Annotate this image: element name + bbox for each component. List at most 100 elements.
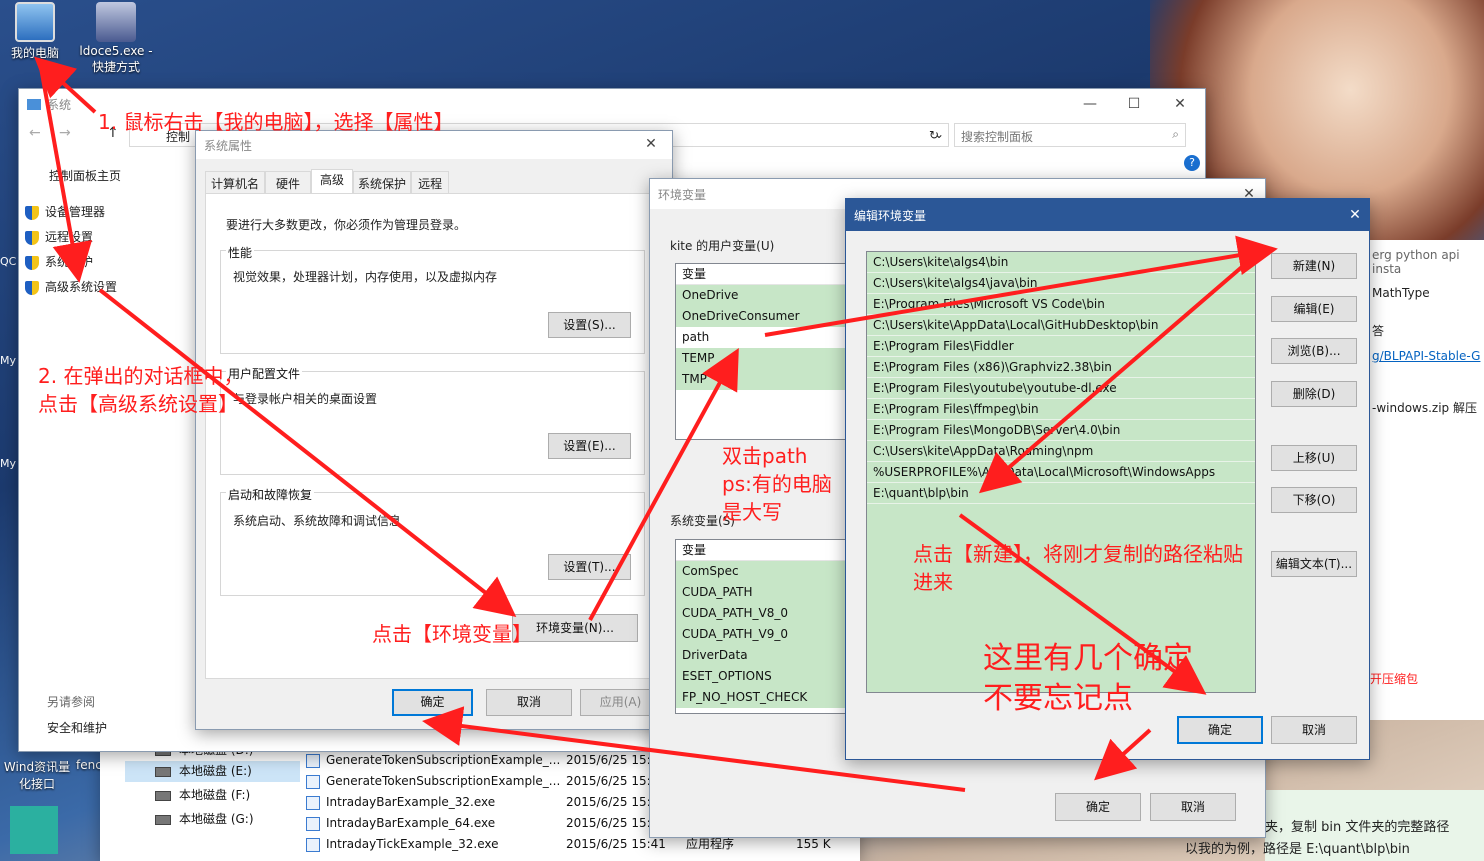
move-down-button[interactable]: 下移(O) bbox=[1271, 487, 1357, 513]
drive-icon bbox=[155, 814, 171, 825]
cancel-button[interactable]: 取消 bbox=[486, 689, 572, 716]
list-item[interactable]: path bbox=[676, 327, 864, 348]
user-vars-list[interactable]: 变量 OneDrive OneDriveConsumer path TEMP T… bbox=[675, 263, 865, 440]
desktop-icon-ldoce5[interactable]: ldoce5.exe - 快捷方式 bbox=[76, 2, 156, 75]
annotation-step4b: ps:有的电脑 bbox=[722, 472, 832, 496]
list-item[interactable]: ComSpec bbox=[676, 561, 864, 582]
path-entry[interactable]: E:\Program Files\Fiddler bbox=[867, 336, 1255, 357]
computer-icon bbox=[27, 98, 41, 110]
column-header[interactable]: 变量 bbox=[676, 264, 864, 285]
exe-icon bbox=[306, 795, 320, 810]
shortcut-icon bbox=[96, 2, 136, 42]
performance-settings-button[interactable]: 设置(S)... bbox=[548, 312, 631, 338]
tab-advanced[interactable]: 高级 bbox=[311, 169, 354, 193]
shield-icon bbox=[25, 280, 39, 295]
edit-button[interactable]: 编辑(E) bbox=[1271, 296, 1357, 322]
desktop-icon-my-computer[interactable]: 我的电脑 bbox=[0, 2, 70, 61]
path-entry[interactable]: E:\Program Files\youtube\youtube-dl.exe bbox=[867, 378, 1255, 399]
doc-text: 答 bbox=[1372, 324, 1385, 338]
path-list[interactable]: C:\Users\kite\algs4\bin C:\Users\kite\alg… bbox=[866, 251, 1256, 693]
list-item[interactable]: CUDA_PATH_V9_0 bbox=[676, 624, 864, 645]
annotation-step4c: 是大写 bbox=[722, 500, 782, 524]
performance-title: 性能 bbox=[226, 244, 255, 261]
close-button[interactable]: ✕ bbox=[1157, 89, 1203, 119]
refresh-icon[interactable]: ↻ bbox=[925, 123, 943, 147]
user-vars-label: kite 的用户变量(U) bbox=[670, 239, 775, 253]
security-maintenance-link[interactable]: 安全和维护 bbox=[47, 719, 107, 736]
forward-arrow-icon[interactable]: → bbox=[59, 125, 71, 141]
doc-bottom-line2: 以我的为例，路径是 E:\quant\blp\bin bbox=[1185, 842, 1410, 857]
sidebar-item-advanced[interactable]: 高级系统设置 bbox=[25, 278, 117, 295]
list-item[interactable]: TEMP bbox=[676, 348, 864, 369]
system-vars-list[interactable]: 变量 ComSpec CUDA_PATH CUDA_PATH_V8_0 CUDA… bbox=[675, 539, 865, 714]
back-arrow-icon[interactable]: ← bbox=[29, 125, 41, 141]
move-up-button[interactable]: 上移(U) bbox=[1271, 445, 1357, 471]
ok-button[interactable]: 确定 bbox=[392, 689, 473, 716]
sidebar-item-device-manager[interactable]: 设备管理器 bbox=[25, 203, 105, 220]
tab-system-protection[interactable]: 系统保护 bbox=[353, 171, 412, 193]
desktop-icon-fenc[interactable]: fenc bbox=[76, 758, 102, 772]
doc-title: erg python api insta bbox=[1372, 248, 1460, 276]
path-entry[interactable]: E:\Program Files\MongoDB\Server\4.0\bin bbox=[867, 420, 1255, 441]
tab-computer-name[interactable]: 计算机名 bbox=[205, 171, 266, 193]
delete-button[interactable]: 删除(D) bbox=[1271, 381, 1357, 407]
desktop-strip-qc: QC bbox=[0, 255, 17, 268]
sidebar-item-remote[interactable]: 远程设置 bbox=[25, 228, 93, 245]
tab-hardware[interactable]: 硬件 bbox=[265, 171, 312, 193]
drive-e[interactable]: 本地磁盘 (E:) bbox=[125, 761, 300, 782]
list-item[interactable]: TMP bbox=[676, 369, 864, 390]
path-entry[interactable]: C:\Users\kite\AppData\Local\GitHubDeskto… bbox=[867, 315, 1255, 336]
minimize-button[interactable]: — bbox=[1067, 89, 1113, 119]
doc-link[interactable]: g/BLPAPI-Stable-G bbox=[1370, 341, 1484, 371]
edit-text-button[interactable]: 编辑文本(T)... bbox=[1271, 551, 1357, 577]
path-entry[interactable]: E:\quant\blp\bin bbox=[867, 483, 1255, 504]
column-header[interactable]: 变量 bbox=[676, 540, 864, 561]
path-entry[interactable]: %USERPROFILE%\AppData\Local\Microsoft\Wi… bbox=[867, 462, 1255, 483]
performance-group bbox=[220, 250, 645, 354]
sidebar-item-protection[interactable]: 系统保护 bbox=[25, 253, 93, 270]
startup-settings-button[interactable]: 设置(T)... bbox=[548, 554, 631, 580]
drive-g[interactable]: 本地磁盘 (G:) bbox=[125, 809, 300, 830]
profile-group bbox=[220, 371, 645, 475]
profile-settings-button[interactable]: 设置(E)... bbox=[548, 433, 631, 459]
computer-icon bbox=[15, 2, 55, 42]
close-button[interactable]: ✕ bbox=[1340, 199, 1370, 231]
tab-remote[interactable]: 远程 bbox=[411, 171, 450, 193]
browse-button[interactable]: 浏览(B)... bbox=[1271, 338, 1357, 364]
list-item[interactable]: DriverData bbox=[676, 645, 864, 666]
path-entry[interactable]: C:\Users\kite\algs4\bin bbox=[867, 252, 1255, 273]
doc-mathtype[interactable]: MathType bbox=[1370, 284, 1484, 302]
list-item[interactable]: CUDA_PATH bbox=[676, 582, 864, 603]
path-entry[interactable]: E:\Program Files\ffmpeg\bin bbox=[867, 399, 1255, 420]
ok-button[interactable]: 确定 bbox=[1055, 793, 1141, 821]
new-button[interactable]: 新建(N) bbox=[1271, 253, 1357, 279]
list-item[interactable]: OneDriveConsumer bbox=[676, 306, 864, 327]
drive-f[interactable]: 本地磁盘 (F:) bbox=[125, 785, 300, 806]
help-icon[interactable]: ? bbox=[1184, 155, 1200, 171]
desktop-icon-wind[interactable]: Wind资讯量化接口 bbox=[2, 758, 72, 792]
annotation-step6b: 不要忘记点 bbox=[983, 681, 1133, 716]
see-also-heading: 另请参阅 bbox=[47, 695, 96, 709]
edit-env-titlebar: 编辑环境变量 bbox=[846, 199, 1369, 231]
cancel-button[interactable]: 取消 bbox=[1150, 793, 1236, 821]
annotation-step6a: 这里有几个确定 bbox=[983, 641, 1193, 676]
maximize-button[interactable]: ☐ bbox=[1111, 89, 1157, 119]
path-entry[interactable]: C:\Users\kite\algs4\java\bin bbox=[867, 273, 1255, 294]
drive-icon bbox=[155, 790, 171, 801]
close-button[interactable]: ✕ bbox=[636, 129, 666, 159]
cancel-button[interactable]: 取消 bbox=[1271, 716, 1357, 744]
list-item[interactable]: FP_NO_HOST_CHECK bbox=[676, 687, 864, 708]
list-item[interactable]: ESET_OPTIONS bbox=[676, 666, 864, 687]
ok-button[interactable]: 确定 bbox=[1177, 716, 1263, 744]
path-entry[interactable]: E:\Program Files (x86)\Graphviz2.38\bin bbox=[867, 357, 1255, 378]
list-item[interactable]: CUDA_PATH_V8_0 bbox=[676, 603, 864, 624]
search-input[interactable]: 搜索控制面板 ⌕ bbox=[954, 123, 1186, 147]
path-entry[interactable]: E:\Program Files\Microsoft VS Code\bin bbox=[867, 294, 1255, 315]
path-entry[interactable]: C:\Users\kite\AppData\Roaming\npm bbox=[867, 441, 1255, 462]
list-item[interactable]: OneDrive bbox=[676, 285, 864, 306]
startup-group bbox=[220, 492, 645, 596]
book-app-icon[interactable] bbox=[10, 806, 58, 854]
sidebar-home-link[interactable]: 控制面板主页 bbox=[49, 167, 121, 184]
desktop-strip-my1: My bbox=[0, 354, 17, 367]
search-icon: ⌕ bbox=[1172, 127, 1179, 141]
